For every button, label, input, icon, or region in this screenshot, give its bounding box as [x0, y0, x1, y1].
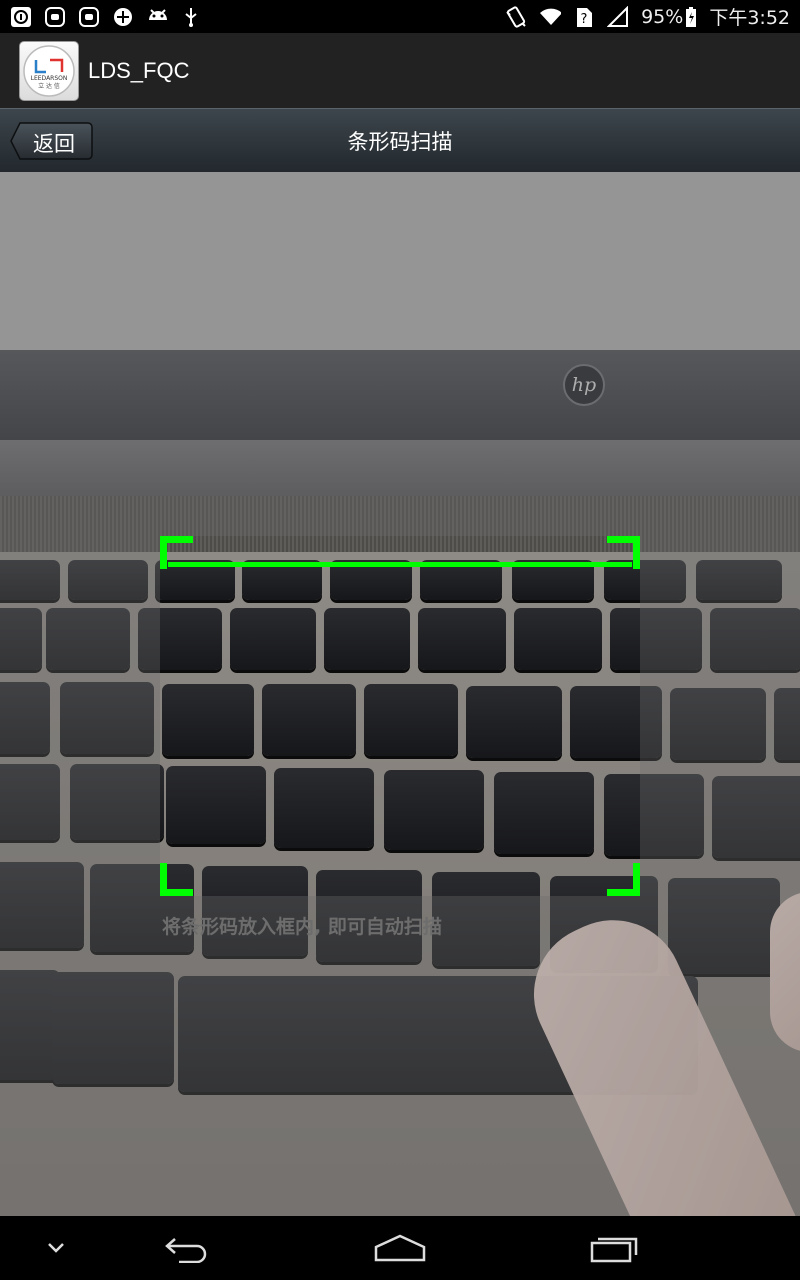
usb-icon	[180, 6, 202, 28]
camera-preview: hp 将条形码放入框内, 即可自动扫描	[0, 172, 800, 1216]
status-left-icons	[10, 6, 202, 28]
app-logo-icon[interactable]: LEEDARSON 立 达 信	[19, 40, 79, 101]
battery-percent: 95%	[641, 5, 684, 28]
logo-text: LEEDARSON	[31, 75, 68, 82]
android-icon	[146, 6, 168, 28]
clock: 下午3:52	[709, 7, 790, 29]
logo-cn-text: 立 达 信	[38, 82, 60, 90]
scan-mask-left	[0, 536, 160, 896]
svg-text:?: ?	[581, 12, 588, 27]
scan-mask-bottom	[0, 896, 800, 1216]
scan-laser-line	[168, 562, 632, 567]
notification-app-icon	[44, 6, 66, 28]
scan-corner-bottom-left	[160, 863, 193, 896]
signal-icon	[607, 5, 629, 28]
app-title: LDS_FQC	[88, 57, 190, 83]
battery-charging-icon	[685, 6, 697, 28]
app-action-bar: LEEDARSON 立 达 信 LDS_FQC	[0, 33, 800, 108]
scan-frame	[160, 536, 640, 896]
scan-hint-text: 将条形码放入框内, 即可自动扫描	[162, 916, 442, 938]
wifi-icon	[539, 6, 562, 28]
scan-mask-right	[640, 536, 800, 896]
home-icon[interactable]	[370, 1230, 430, 1266]
status-bar: ? 95% 下午3:52	[0, 0, 800, 33]
title-bar: 返回 条形码扫描	[0, 108, 800, 172]
status-right-icons: ? 95% 下午3:52	[505, 3, 790, 30]
scan-mask-top	[0, 172, 800, 536]
back-icon[interactable]	[156, 1230, 216, 1266]
recent-apps-icon[interactable]	[584, 1230, 644, 1266]
sim-unknown-icon: ?	[573, 6, 595, 28]
notification-app-icon	[78, 6, 100, 28]
sync-icon	[112, 6, 134, 28]
info-icon	[10, 6, 32, 28]
chevron-down-icon[interactable]	[26, 1230, 86, 1266]
navigation-bar	[0, 1216, 800, 1280]
scan-corner-bottom-right	[607, 863, 640, 896]
page-title: 条形码扫描	[347, 130, 453, 154]
vibrate-icon	[505, 5, 527, 28]
